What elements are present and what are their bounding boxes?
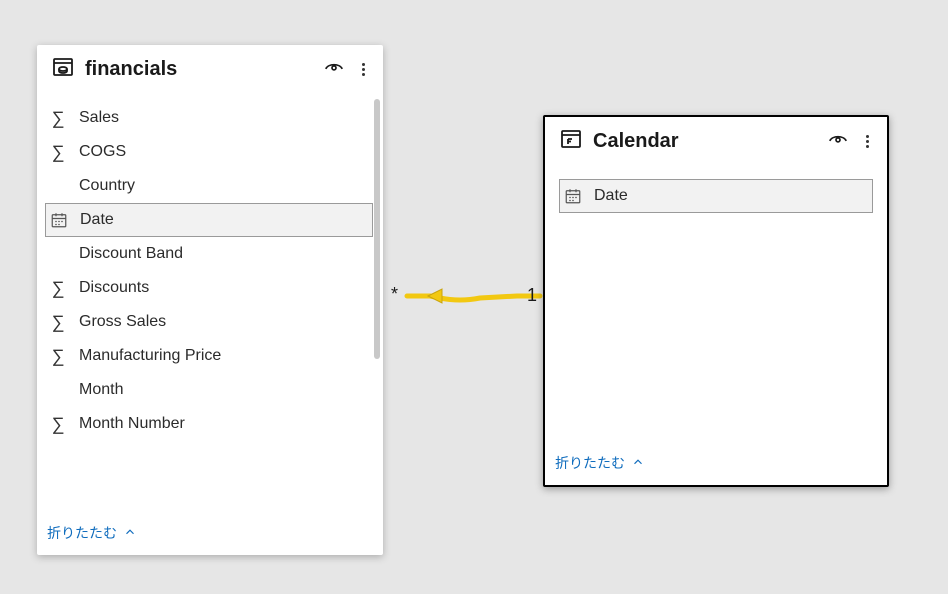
field-name: Manufacturing Price xyxy=(79,347,221,365)
field-row[interactable]: ∑ Gross Sales xyxy=(45,305,373,339)
cardinality-one: 1 xyxy=(527,285,537,306)
model-canvas[interactable]: * 1 financials xyxy=(0,0,948,594)
field-row[interactable]: Date xyxy=(45,203,373,237)
collapse-label: 折りたたむ xyxy=(47,523,117,543)
sigma-icon: ∑ xyxy=(47,346,69,367)
field-name: Month Number xyxy=(79,415,185,433)
sigma-icon: ∑ xyxy=(47,142,69,163)
visibility-icon[interactable] xyxy=(323,56,345,83)
sigma-icon: ∑ xyxy=(47,414,69,435)
chevron-up-icon xyxy=(123,525,137,542)
card-header: Calendar xyxy=(545,117,887,166)
table-icon xyxy=(51,55,75,84)
field-name: Date xyxy=(80,211,114,229)
field-name: Sales xyxy=(79,109,119,127)
field-list: ∑ Sales ∑ COGS Country xyxy=(37,95,383,441)
field-list: Date xyxy=(545,167,887,213)
field-row[interactable]: Country xyxy=(45,169,373,203)
cardinality-many: * xyxy=(391,284,398,305)
field-row[interactable]: ∑ Manufacturing Price xyxy=(45,339,373,373)
chevron-up-icon xyxy=(631,455,645,472)
field-name: Discounts xyxy=(79,279,149,297)
calc-table-icon xyxy=(559,127,583,156)
sigma-icon: ∑ xyxy=(47,108,69,129)
field-name: Month xyxy=(79,381,123,399)
calendar-icon xyxy=(48,211,70,229)
more-options-icon[interactable] xyxy=(357,61,369,78)
field-row[interactable]: Date xyxy=(559,179,873,213)
field-row[interactable]: ∑ Month Number xyxy=(45,407,373,441)
table-card-financials[interactable]: financials ∑ Sales ∑ xyxy=(37,45,383,555)
field-row[interactable]: ∑ Sales xyxy=(45,101,373,135)
field-row[interactable]: ∑ Discounts xyxy=(45,271,373,305)
table-title: Calendar xyxy=(593,130,817,153)
collapse-button[interactable]: 折りたたむ xyxy=(545,443,887,485)
table-card-calendar[interactable]: Calendar xyxy=(543,115,889,487)
collapse-button[interactable]: 折りたたむ xyxy=(37,513,383,555)
field-row[interactable]: ∑ COGS xyxy=(45,135,373,169)
field-name: Discount Band xyxy=(79,245,183,263)
visibility-icon[interactable] xyxy=(827,128,849,155)
field-name: COGS xyxy=(79,143,126,161)
scrollbar[interactable] xyxy=(374,99,380,359)
collapse-label: 折りたたむ xyxy=(555,453,625,473)
sigma-icon: ∑ xyxy=(47,312,69,333)
field-row[interactable]: Month xyxy=(45,373,373,407)
field-name: Date xyxy=(594,187,628,205)
field-name: Gross Sales xyxy=(79,313,166,331)
more-options-icon[interactable] xyxy=(861,133,873,150)
card-header: financials xyxy=(37,45,383,94)
sigma-icon: ∑ xyxy=(47,278,69,299)
table-title: financials xyxy=(85,58,313,81)
field-name: Country xyxy=(79,177,135,195)
field-row[interactable]: Discount Band xyxy=(45,237,373,271)
calendar-icon xyxy=(562,187,584,205)
